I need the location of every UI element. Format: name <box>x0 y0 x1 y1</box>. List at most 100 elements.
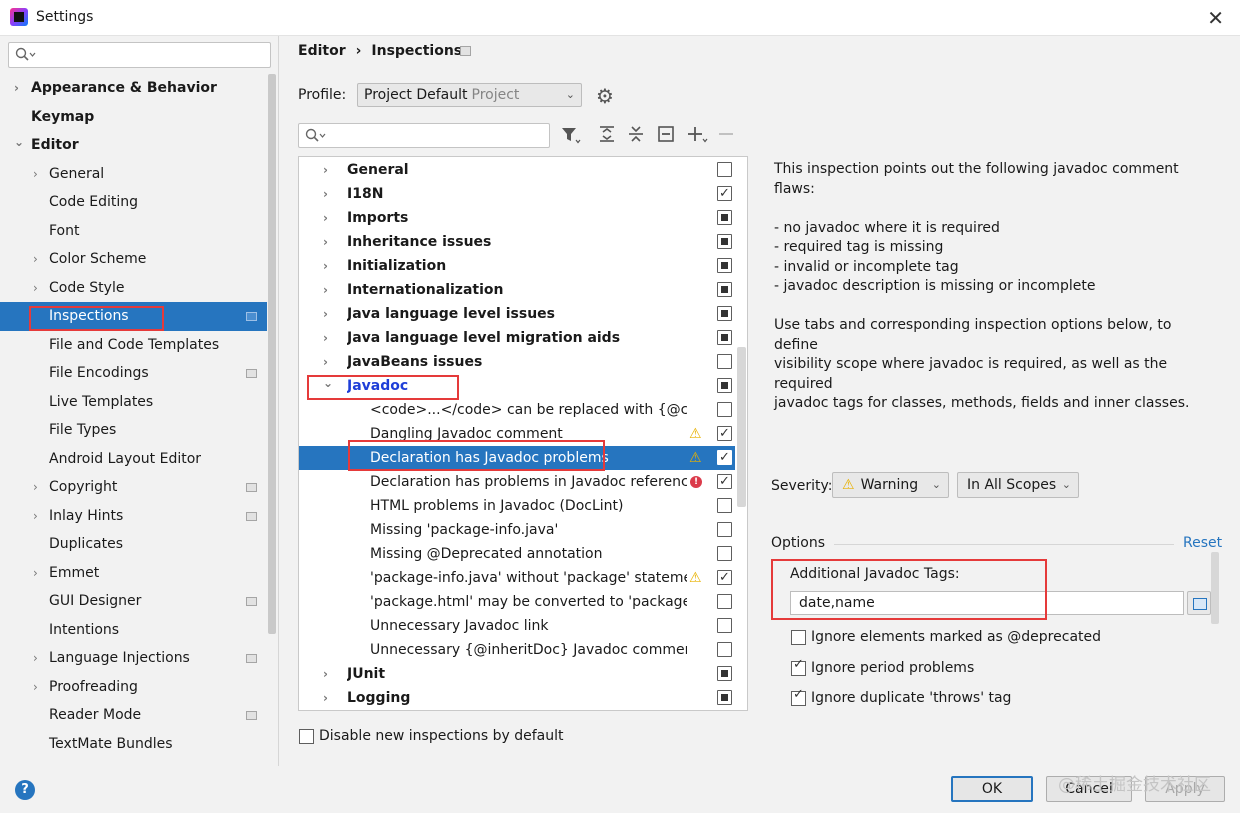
sidebar-item-general[interactable]: › General <box>0 160 267 189</box>
tree-item-javadoc-references[interactable]: Declaration has problems in Javadoc refe… <box>299 470 735 494</box>
ok-button[interactable]: OK <box>951 776 1033 802</box>
sidebar-item-file-types[interactable]: File Types <box>0 416 267 445</box>
checkbox-partial[interactable] <box>717 282 732 297</box>
sidebar-item-gui-designer[interactable]: GUI Designer <box>0 587 267 616</box>
tree-item-package-info-without-package[interactable]: 'package-info.java' without 'package' st… <box>299 566 735 590</box>
profile-dropdown[interactable]: Project Default Project ⌄ <box>357 83 582 107</box>
sidebar-scrollbar[interactable] <box>268 74 276 634</box>
sidebar-item-inlay-hints[interactable]: › Inlay Hints <box>0 502 267 531</box>
sidebar-item-emmet[interactable]: › Emmet <box>0 559 267 588</box>
expand-all-icon[interactable] <box>597 124 617 144</box>
tree-item-declaration-javadoc-problems[interactable]: Declaration has Javadoc problems ⚠ <box>299 446 735 470</box>
tree-item-missing-deprecated[interactable]: Missing @Deprecated annotation <box>299 542 735 566</box>
chevron-right-icon[interactable]: › <box>33 644 38 673</box>
tree-item-code-tag-replace[interactable]: <code>...</code> can be replaced with {@… <box>299 398 735 422</box>
chevron-right-icon[interactable]: › <box>33 559 38 588</box>
breadcrumb-editor[interactable]: Editor <box>298 43 346 59</box>
checkbox-checked[interactable] <box>717 446 732 470</box>
chevron-right-icon[interactable]: › <box>323 278 328 302</box>
ignore-deprecated-checkbox[interactable] <box>791 630 806 645</box>
sidebar-item-appearance-behavior[interactable]: › Appearance & Behavior <box>0 74 267 103</box>
chevron-right-icon[interactable]: › <box>323 206 328 230</box>
sidebar-item-live-templates[interactable]: Live Templates <box>0 388 267 417</box>
tree-item-initialization[interactable]: › Initialization <box>299 254 735 278</box>
tree-item-html-problems-doclint[interactable]: HTML problems in Javadoc (DocLint) <box>299 494 735 518</box>
help-icon[interactable]: ? <box>15 780 35 800</box>
checkbox-unchecked[interactable] <box>717 162 732 177</box>
tree-item-inheritance-issues[interactable]: › Inheritance issues <box>299 230 735 254</box>
tree-item-javadoc[interactable]: ⌄ Javadoc <box>299 374 735 398</box>
collapse-all-icon[interactable] <box>626 124 646 144</box>
disable-new-inspections-checkbox[interactable] <box>299 729 314 744</box>
tree-item-unnecessary-inheritdoc[interactable]: Unnecessary {@inheritDoc} Javadoc commen… <box>299 638 735 662</box>
sidebar-item-android-layout-editor[interactable]: Android Layout Editor <box>0 445 267 474</box>
chevron-right-icon[interactable]: › <box>323 662 328 686</box>
checkbox-partial[interactable] <box>717 378 732 393</box>
reset-link[interactable]: Reset <box>1183 535 1222 551</box>
sidebar-item-textmate-bundles[interactable]: TextMate Bundles <box>0 730 267 759</box>
sidebar-item-font[interactable]: Font <box>0 217 267 246</box>
chevron-right-icon[interactable]: › <box>323 302 328 326</box>
ignore-period-checkbox[interactable] <box>791 657 806 676</box>
sidebar-item-reader-mode[interactable]: Reader Mode <box>0 701 267 730</box>
expand-field-icon[interactable] <box>1187 591 1211 615</box>
checkbox-partial[interactable] <box>717 210 732 225</box>
chevron-right-icon[interactable]: › <box>33 274 38 303</box>
tree-item-internationalization[interactable]: › Internationalization <box>299 278 735 302</box>
checkbox-unchecked[interactable] <box>717 498 732 513</box>
checkbox-unchecked[interactable] <box>717 402 732 417</box>
tree-item-missing-package-info[interactable]: Missing 'package-info.java' <box>299 518 735 542</box>
chevron-right-icon[interactable]: › <box>33 160 38 189</box>
checkbox-partial[interactable] <box>717 330 732 345</box>
checkbox-unchecked[interactable] <box>717 642 732 657</box>
chevron-right-icon[interactable]: › <box>33 673 38 702</box>
inspection-search-input[interactable] <box>298 123 550 148</box>
tree-item-logging[interactable]: › Logging <box>299 686 735 710</box>
sidebar-item-language-injections[interactable]: › Language Injections <box>0 644 267 673</box>
chevron-right-icon[interactable]: › <box>33 245 38 274</box>
sidebar-item-code-editing[interactable]: Code Editing <box>0 188 267 217</box>
filter-icon[interactable] <box>560 124 582 146</box>
tree-item-java-language-level-migration-aids[interactable]: › Java language level migration aids <box>299 326 735 350</box>
checkbox-unchecked[interactable] <box>717 522 732 537</box>
ignore-duplicate-throws-checkbox[interactable] <box>791 687 806 706</box>
gear-icon[interactable]: ⚙ <box>596 84 614 108</box>
chevron-down-icon[interactable]: ⌄ <box>14 128 24 157</box>
chevron-right-icon[interactable]: › <box>323 686 328 710</box>
sidebar-item-duplicates[interactable]: Duplicates <box>0 530 267 559</box>
remove-icon[interactable] <box>717 124 735 144</box>
sidebar-search-input[interactable] <box>8 42 271 68</box>
sidebar-item-editor[interactable]: ⌄ Editor <box>0 131 267 160</box>
checkbox-partial[interactable] <box>717 690 732 705</box>
chevron-right-icon[interactable]: › <box>33 473 38 502</box>
sidebar-item-color-scheme[interactable]: › Color Scheme <box>0 245 267 274</box>
chevron-down-icon[interactable]: ⌄ <box>323 371 333 395</box>
tree-item-dangling-javadoc[interactable]: Dangling Javadoc comment ⚠ <box>299 422 735 446</box>
checkbox-partial[interactable] <box>717 234 732 249</box>
checkbox-partial[interactable] <box>717 258 732 273</box>
severity-dropdown[interactable]: ⚠ Warning ⌄ <box>832 472 949 498</box>
sidebar-item-intentions[interactable]: Intentions <box>0 616 267 645</box>
sidebar-item-keymap[interactable]: Keymap <box>0 103 267 132</box>
sidebar-item-file-encodings[interactable]: File Encodings <box>0 359 267 388</box>
tree-item-imports[interactable]: › Imports <box>299 206 735 230</box>
chevron-right-icon[interactable]: › <box>323 254 328 278</box>
tree-item-unnecessary-javadoc-link[interactable]: Unnecessary Javadoc link <box>299 614 735 638</box>
checkbox-unchecked[interactable] <box>717 546 732 561</box>
sidebar-item-inspections[interactable]: Inspections <box>0 302 267 331</box>
chevron-right-icon[interactable]: › <box>14 74 19 103</box>
additional-tags-input[interactable]: date,name <box>790 591 1184 615</box>
chevron-right-icon[interactable]: › <box>323 182 328 206</box>
chevron-right-icon[interactable]: › <box>323 326 328 350</box>
scope-dropdown[interactable]: In All Scopes ⌄ <box>957 472 1079 498</box>
chevron-right-icon[interactable]: › <box>323 230 328 254</box>
options-scrollbar[interactable] <box>1211 552 1219 624</box>
chevron-right-icon[interactable]: › <box>33 502 38 531</box>
sidebar-item-code-style[interactable]: › Code Style <box>0 274 267 303</box>
checkbox-unchecked[interactable] <box>717 594 732 609</box>
checkbox-checked[interactable] <box>717 182 732 206</box>
sidebar-item-proofreading[interactable]: › Proofreading <box>0 673 267 702</box>
checkbox-checked[interactable] <box>717 470 732 494</box>
tree-item-general[interactable]: › General <box>299 158 735 182</box>
tree-item-java-language-level-issues[interactable]: › Java language level issues <box>299 302 735 326</box>
